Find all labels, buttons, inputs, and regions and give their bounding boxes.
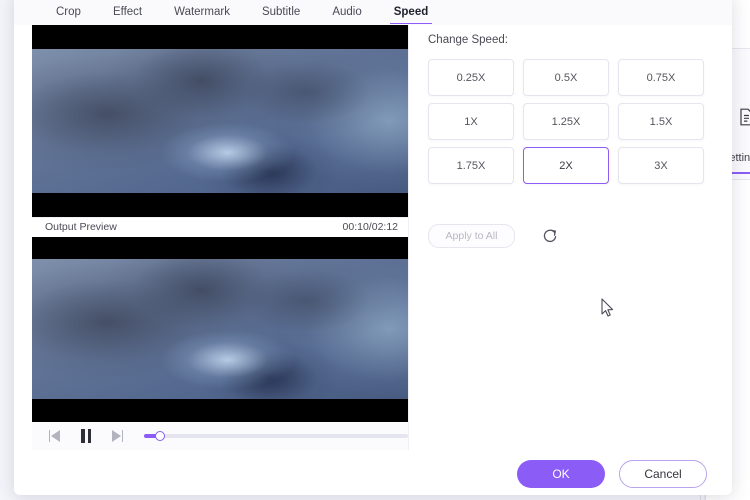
- playback-controls: [32, 422, 408, 450]
- source-video-frame: [32, 49, 408, 193]
- slider-thumb[interactable]: [155, 431, 166, 441]
- apply-to-all-button[interactable]: Apply to All: [428, 224, 515, 248]
- cancel-button[interactable]: Cancel: [619, 460, 707, 488]
- change-speed-title: Change Speed:: [428, 34, 508, 46]
- tab-speed[interactable]: Speed: [378, 0, 445, 25]
- step-forward-icon[interactable]: [107, 425, 128, 447]
- slider-track: [144, 434, 408, 438]
- speed-option-0.25x[interactable]: 0.25X: [428, 59, 514, 96]
- tab-watermark[interactable]: Watermark: [158, 0, 246, 25]
- playback-timestamp: 00:10/02:12: [342, 221, 398, 233]
- screen: Settings CropEffectWatermarkSubtitleAudi…: [0, 0, 750, 500]
- step-backward-icon[interactable]: [44, 425, 65, 447]
- speed-settings-dialog: Crop Effect Watermark Subtitle Audio Speed Ou…: [14, 0, 732, 495]
- speed-option-1x[interactable]: 1X: [428, 103, 514, 140]
- step-forward-bar: [121, 430, 124, 442]
- speed-option-0.75x[interactable]: 0.75X: [618, 59, 704, 96]
- speed-settings-column: Change Speed: 0.25X 0.5X 0.75X 1X 1.25X 1.5X 1…: [409, 25, 732, 450]
- speed-option-1.5x[interactable]: 1.5X: [618, 103, 704, 140]
- speed-option-3x[interactable]: 3X: [618, 147, 704, 184]
- apply-row: Apply to All: [428, 224, 558, 248]
- ok-button[interactable]: OK: [517, 460, 605, 488]
- step-backward-bar: [48, 430, 51, 442]
- playback-progress-slider[interactable]: [144, 429, 408, 443]
- output-preview-bar: Output Preview 00:10/02:12: [32, 217, 408, 239]
- tab-effect[interactable]: Effect: [97, 0, 158, 25]
- pause-icon[interactable]: [75, 425, 96, 447]
- dialog-tabs: Crop Effect Watermark Subtitle Audio Speed: [40, 0, 444, 25]
- step-backward-triangle: [51, 430, 61, 442]
- output-video-frame: [32, 259, 408, 399]
- speed-options-grid: 0.25X 0.5X 0.75X 1X 1.25X 1.5X 1.75X 2X 3X: [428, 59, 705, 184]
- tab-crop[interactable]: Crop: [40, 0, 97, 25]
- reset-circular-arrow-icon[interactable]: [542, 228, 558, 244]
- dialog-tabbar: Crop Effect Watermark Subtitle Audio Speed: [14, 0, 732, 26]
- dialog-footer: OK Cancel: [14, 450, 732, 495]
- output-video-preview[interactable]: [32, 237, 408, 422]
- step-forward-triangle: [111, 430, 121, 442]
- settings-document-icon: [738, 108, 750, 126]
- speed-option-1.75x[interactable]: 1.75X: [428, 147, 514, 184]
- preview-column: Output Preview 00:10/02:12: [28, 25, 409, 450]
- tab-subtitle[interactable]: Subtitle: [246, 0, 316, 25]
- source-video-preview[interactable]: [32, 25, 408, 217]
- dialog-body: Output Preview 00:10/02:12 Change Speed:…: [14, 25, 732, 450]
- speed-option-2x[interactable]: 2X: [523, 147, 609, 184]
- speed-option-1.25x[interactable]: 1.25X: [523, 103, 609, 140]
- speed-option-0.5x[interactable]: 0.5X: [523, 59, 609, 96]
- output-preview-label: Output Preview: [45, 221, 117, 233]
- tab-audio[interactable]: Audio: [316, 0, 377, 25]
